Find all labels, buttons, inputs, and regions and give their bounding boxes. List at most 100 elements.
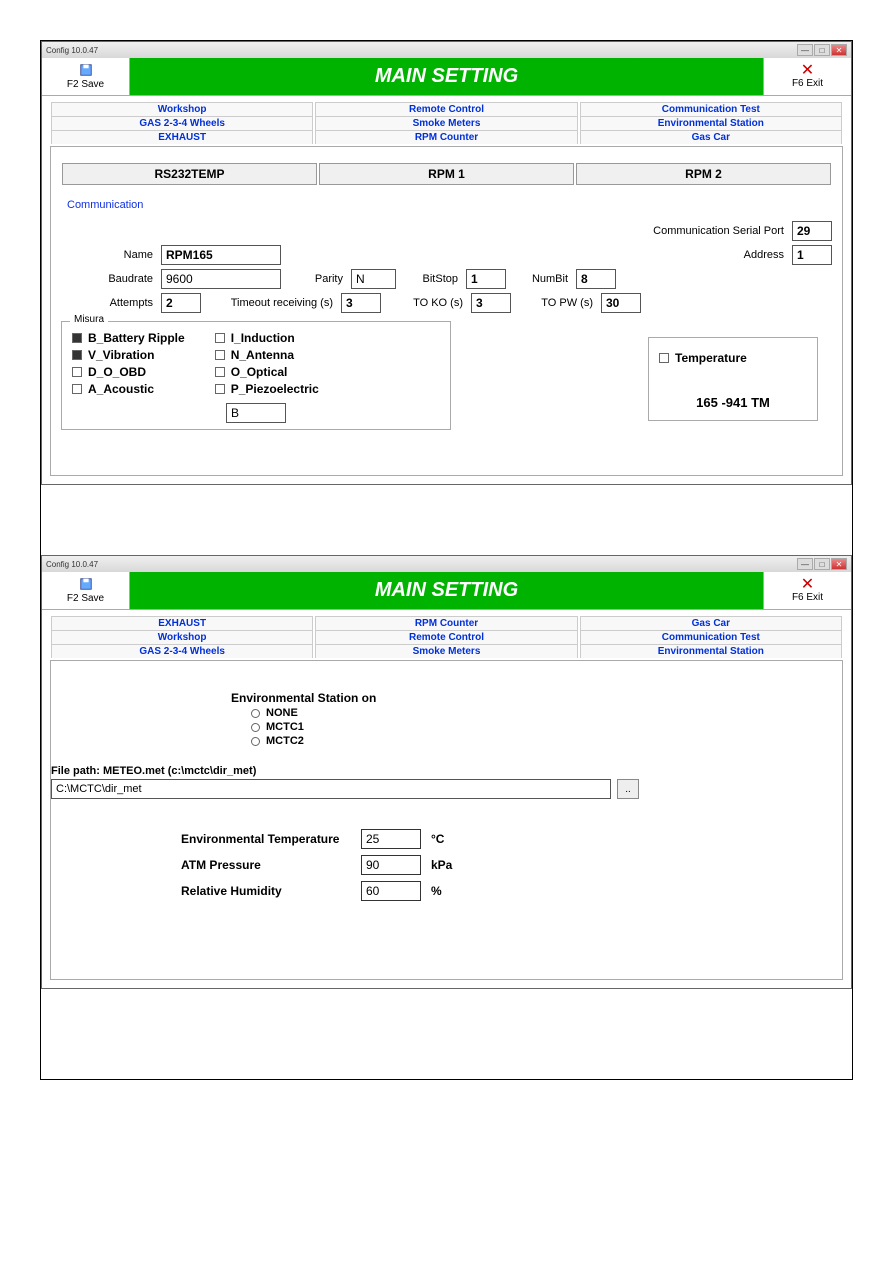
opt-none: NONE bbox=[266, 707, 298, 719]
opt-induction: I_Induction bbox=[231, 331, 295, 345]
opt-vibration: V_Vibration bbox=[88, 348, 154, 362]
name-label: Name bbox=[61, 249, 161, 261]
tab-communication-test[interactable]: Communication Test bbox=[580, 102, 842, 116]
toko-label: TO KO (s) bbox=[381, 297, 471, 309]
tab-gas-wheels[interactable]: GAS 2-3-4 Wheels bbox=[51, 116, 313, 130]
env-temp-label: Environmental Temperature bbox=[181, 832, 361, 846]
opt-piezo: P_Piezoelectric bbox=[231, 382, 319, 396]
section-communication: Communication bbox=[67, 199, 832, 211]
minimize-button[interactable]: — bbox=[797, 44, 813, 56]
subtab-rpm2[interactable]: RPM 2 bbox=[576, 163, 831, 185]
tab-workshop[interactable]: Workshop bbox=[51, 630, 313, 644]
env-press-input[interactable] bbox=[361, 855, 421, 875]
env-press-label: ATM Pressure bbox=[181, 858, 361, 872]
toko-input[interactable] bbox=[471, 293, 511, 313]
baudrate-label: Baudrate bbox=[61, 273, 161, 285]
tab-smoke-meters[interactable]: Smoke Meters bbox=[315, 644, 577, 658]
topw-input[interactable] bbox=[601, 293, 641, 313]
checkbox-temperature[interactable] bbox=[659, 353, 669, 363]
checkbox-battery[interactable] bbox=[72, 333, 82, 343]
env-temp-input[interactable] bbox=[361, 829, 421, 849]
tab-rpm-counter[interactable]: RPM Counter bbox=[315, 130, 577, 144]
filepath-label: File path: METEO.met (c:\mctc\dir_met) bbox=[51, 765, 822, 777]
tab-exhaust[interactable]: EXHAUST bbox=[51, 616, 313, 630]
save-button[interactable]: F2 Save bbox=[42, 58, 130, 95]
save-label: F2 Save bbox=[67, 79, 104, 90]
numbit-input[interactable] bbox=[576, 269, 616, 289]
parity-label: Parity bbox=[281, 273, 351, 285]
subtab-rpm1[interactable]: RPM 1 bbox=[319, 163, 574, 185]
window-title: Config 10.0.47 bbox=[46, 46, 98, 55]
env-press-unit: kPa bbox=[431, 858, 452, 872]
config-window-env: Config 10.0.47 — □ ✕ F2 Save MAIN SETTIN… bbox=[41, 555, 852, 989]
tab-communication-test[interactable]: Communication Test bbox=[580, 630, 842, 644]
opt-mctc1: MCTC1 bbox=[266, 721, 304, 733]
parity-select[interactable] bbox=[351, 269, 396, 289]
radio-mctc1[interactable] bbox=[251, 723, 260, 732]
tab-gas-car[interactable]: Gas Car bbox=[580, 130, 842, 144]
bitstop-input[interactable] bbox=[466, 269, 506, 289]
checkbox-obd[interactable] bbox=[72, 367, 82, 377]
radio-none[interactable] bbox=[251, 709, 260, 718]
address-input[interactable] bbox=[792, 245, 832, 265]
tab-smoke-meters[interactable]: Smoke Meters bbox=[315, 116, 577, 130]
save-icon bbox=[79, 577, 93, 591]
timeout-label: Timeout receiving (s) bbox=[201, 297, 341, 309]
name-input[interactable] bbox=[161, 245, 281, 265]
exit-label: F6 Exit bbox=[792, 592, 823, 603]
checkbox-optical[interactable] bbox=[215, 367, 225, 377]
topw-label: TO PW (s) bbox=[511, 297, 601, 309]
tab-remote-control[interactable]: Remote Control bbox=[315, 102, 577, 116]
checkbox-acoustic[interactable] bbox=[72, 384, 82, 394]
bitstop-label: BitStop bbox=[396, 273, 466, 285]
radio-mctc2[interactable] bbox=[251, 737, 260, 746]
opt-battery: B_Battery Ripple bbox=[88, 331, 185, 345]
temperature-label: Temperature bbox=[675, 351, 747, 365]
tab-environmental-station[interactable]: Environmental Station bbox=[580, 116, 842, 130]
close-button[interactable]: ✕ bbox=[831, 44, 847, 56]
baudrate-select[interactable] bbox=[161, 269, 281, 289]
checkbox-vibration[interactable] bbox=[72, 350, 82, 360]
checkbox-piezo[interactable] bbox=[215, 384, 225, 394]
opt-antenna: N_Antenna bbox=[231, 348, 294, 362]
commport-label: Communication Serial Port bbox=[653, 225, 792, 237]
checkbox-antenna[interactable] bbox=[215, 350, 225, 360]
minimize-button[interactable]: — bbox=[797, 558, 813, 570]
tab-remote-control[interactable]: Remote Control bbox=[315, 630, 577, 644]
exit-button[interactable]: ✕ F6 Exit bbox=[763, 572, 851, 609]
numbit-label: NumBit bbox=[506, 273, 576, 285]
commport-input[interactable] bbox=[792, 221, 832, 241]
misura-group: Misura B_Battery Ripple V_Vibration D_O_… bbox=[61, 321, 451, 430]
timeout-input[interactable] bbox=[341, 293, 381, 313]
save-icon bbox=[79, 63, 93, 77]
maximize-button[interactable]: □ bbox=[814, 558, 830, 570]
attempts-label: Attempts bbox=[61, 297, 161, 309]
tab-gas-wheels[interactable]: GAS 2-3-4 Wheels bbox=[51, 644, 313, 658]
filepath-input[interactable] bbox=[51, 779, 611, 799]
close-icon: ✕ bbox=[801, 578, 814, 592]
tab-gas-car[interactable]: Gas Car bbox=[580, 616, 842, 630]
header-row: F2 Save MAIN SETTING ✕ F6 Exit bbox=[42, 58, 851, 96]
opt-obd: D_O_OBD bbox=[88, 365, 146, 379]
misura-select[interactable] bbox=[226, 403, 286, 423]
env-hum-unit: % bbox=[431, 884, 442, 898]
tab-rpm-counter[interactable]: RPM Counter bbox=[315, 616, 577, 630]
checkbox-induction[interactable] bbox=[215, 333, 225, 343]
config-window-rpm: Config 10.0.47 — □ ✕ F2 Save MAIN SETTIN… bbox=[41, 41, 852, 485]
tab-environmental-station[interactable]: Environmental Station bbox=[580, 644, 842, 658]
browse-button[interactable]: .. bbox=[617, 779, 639, 799]
maximize-button[interactable]: □ bbox=[814, 44, 830, 56]
close-button[interactable]: ✕ bbox=[831, 558, 847, 570]
attempts-input[interactable] bbox=[161, 293, 201, 313]
opt-acoustic: A_Acoustic bbox=[88, 382, 154, 396]
tab-exhaust[interactable]: EXHAUST bbox=[51, 130, 313, 144]
exit-button[interactable]: ✕ F6 Exit bbox=[763, 58, 851, 95]
title-banner: MAIN SETTING bbox=[130, 572, 763, 609]
tab-workshop[interactable]: Workshop bbox=[51, 102, 313, 116]
tabs-area: EXHAUSTRPM CounterGas Car WorkshopRemote… bbox=[42, 610, 851, 658]
save-button[interactable]: F2 Save bbox=[42, 572, 130, 609]
opt-optical: O_Optical bbox=[231, 365, 288, 379]
subtab-rs232temp[interactable]: RS232TEMP bbox=[62, 163, 317, 185]
env-station-title: Environmental Station on bbox=[231, 691, 832, 705]
env-hum-input[interactable] bbox=[361, 881, 421, 901]
